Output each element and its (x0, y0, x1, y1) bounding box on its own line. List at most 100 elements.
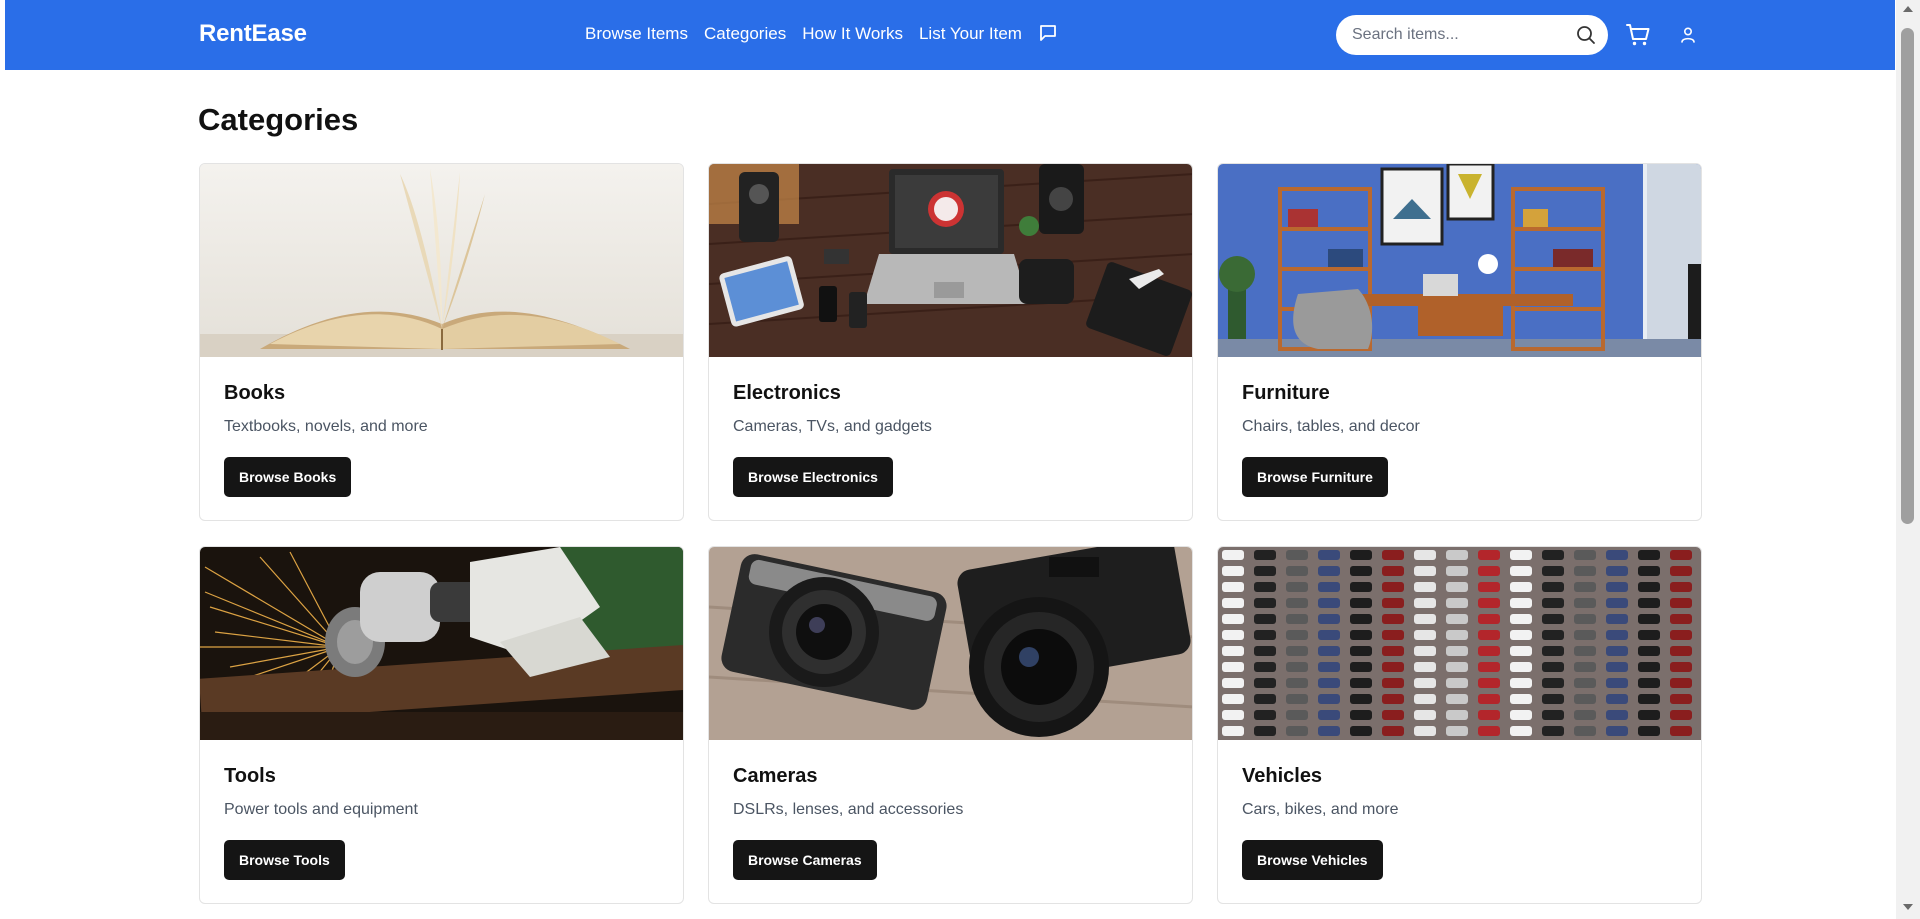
parked-car (1542, 630, 1564, 640)
card-title: Vehicles (1242, 765, 1323, 787)
parked-car (1574, 598, 1596, 608)
nav-browse-items[interactable]: Browse Items (585, 24, 688, 44)
nav-categories[interactable]: Categories (704, 24, 786, 44)
nav-how-it-works[interactable]: How It Works (802, 24, 903, 44)
parked-car (1542, 726, 1564, 736)
parked-car (1286, 598, 1308, 608)
parked-car (1222, 726, 1244, 736)
parked-car (1254, 566, 1276, 576)
parked-car (1382, 550, 1404, 560)
parked-car (1446, 566, 1468, 576)
parked-car (1478, 694, 1500, 704)
user-icon[interactable] (1679, 26, 1697, 44)
search-icon[interactable] (1576, 25, 1596, 45)
parked-car (1670, 566, 1692, 576)
browse-furniture-button[interactable]: Browse Furniture (1242, 457, 1388, 497)
scroll-down-arrow-icon[interactable] (1903, 904, 1913, 910)
parked-car (1382, 630, 1404, 640)
parked-car (1350, 662, 1372, 672)
parked-car (1318, 630, 1340, 640)
parked-car (1318, 678, 1340, 688)
parked-car (1382, 566, 1404, 576)
parked-car (1542, 614, 1564, 624)
parked-car (1254, 630, 1276, 640)
parked-car (1414, 646, 1436, 656)
browse-tools-button[interactable]: Browse Tools (224, 840, 345, 880)
parked-car (1222, 614, 1244, 624)
parked-car (1286, 646, 1308, 656)
shopping-cart-icon[interactable] (1625, 22, 1651, 48)
browse-electronics-button[interactable]: Browse Electronics (733, 457, 893, 497)
parked-car (1318, 614, 1340, 624)
parked-car (1414, 726, 1436, 736)
parked-car (1638, 582, 1660, 592)
parked-car (1478, 662, 1500, 672)
parked-car (1670, 662, 1692, 672)
card-title: Furniture (1242, 382, 1330, 404)
parked-car (1670, 726, 1692, 736)
scroll-up-arrow-icon[interactable] (1903, 6, 1913, 12)
cameras-image (709, 547, 1192, 740)
parked-car (1638, 646, 1660, 656)
parked-car (1414, 630, 1436, 640)
category-card-electronics: Electronics Cameras, TVs, and gadgets Br… (708, 163, 1193, 521)
category-card-books: Books Textbooks, novels, and more Browse… (199, 163, 684, 521)
category-card-vehicles: Vehicles Cars, bikes, and more Browse Ve… (1217, 546, 1702, 904)
card-title: Books (224, 382, 286, 404)
parked-car (1478, 646, 1500, 656)
parked-car (1286, 726, 1308, 736)
parked-car (1318, 550, 1340, 560)
parked-car (1350, 614, 1372, 624)
parked-car (1350, 646, 1372, 656)
card-title: Tools (224, 765, 276, 787)
parked-car (1478, 678, 1500, 688)
scrollbar-thumb[interactable] (1901, 28, 1914, 524)
message-square-icon[interactable] (1038, 23, 1058, 43)
parked-car (1382, 598, 1404, 608)
card-description: Cars, bikes, and more (1242, 801, 1399, 818)
parked-car (1318, 582, 1340, 592)
parked-car (1638, 566, 1660, 576)
parked-car (1222, 582, 1244, 592)
parked-car (1446, 598, 1468, 608)
browse-cameras-button[interactable]: Browse Cameras (733, 840, 877, 880)
parked-car (1254, 694, 1276, 704)
parked-car (1446, 646, 1468, 656)
parked-car (1542, 582, 1564, 592)
parked-car (1478, 598, 1500, 608)
parked-car (1446, 694, 1468, 704)
browse-vehicles-button[interactable]: Browse Vehicles (1242, 840, 1383, 880)
parked-car (1670, 694, 1692, 704)
parked-car (1286, 694, 1308, 704)
parked-car (1222, 550, 1244, 560)
search-input[interactable] (1352, 15, 1572, 55)
parked-car (1318, 566, 1340, 576)
parked-car (1670, 646, 1692, 656)
electronics-image (709, 164, 1192, 357)
parked-car (1606, 694, 1628, 704)
parked-car (1254, 646, 1276, 656)
parked-car (1574, 566, 1596, 576)
parked-car (1414, 598, 1436, 608)
parked-car (1286, 582, 1308, 592)
parked-car (1542, 598, 1564, 608)
parked-car (1638, 694, 1660, 704)
parked-car (1510, 710, 1532, 720)
parked-car (1574, 662, 1596, 672)
page-scrollbar[interactable] (1896, 0, 1920, 919)
parked-car (1318, 646, 1340, 656)
parked-car (1638, 630, 1660, 640)
parked-car (1350, 566, 1372, 576)
parked-car (1446, 678, 1468, 688)
parked-car (1414, 662, 1436, 672)
browse-books-button[interactable]: Browse Books (224, 457, 352, 497)
card-description: Textbooks, novels, and more (224, 418, 428, 435)
parked-car (1574, 726, 1596, 736)
parked-car (1446, 582, 1468, 592)
parked-car (1446, 662, 1468, 672)
nav-list-your-item[interactable]: List Your Item (919, 24, 1022, 44)
search-box (1336, 15, 1608, 55)
brand-logo[interactable]: RentEase (199, 20, 307, 48)
parked-car (1574, 550, 1596, 560)
parked-car (1286, 662, 1308, 672)
